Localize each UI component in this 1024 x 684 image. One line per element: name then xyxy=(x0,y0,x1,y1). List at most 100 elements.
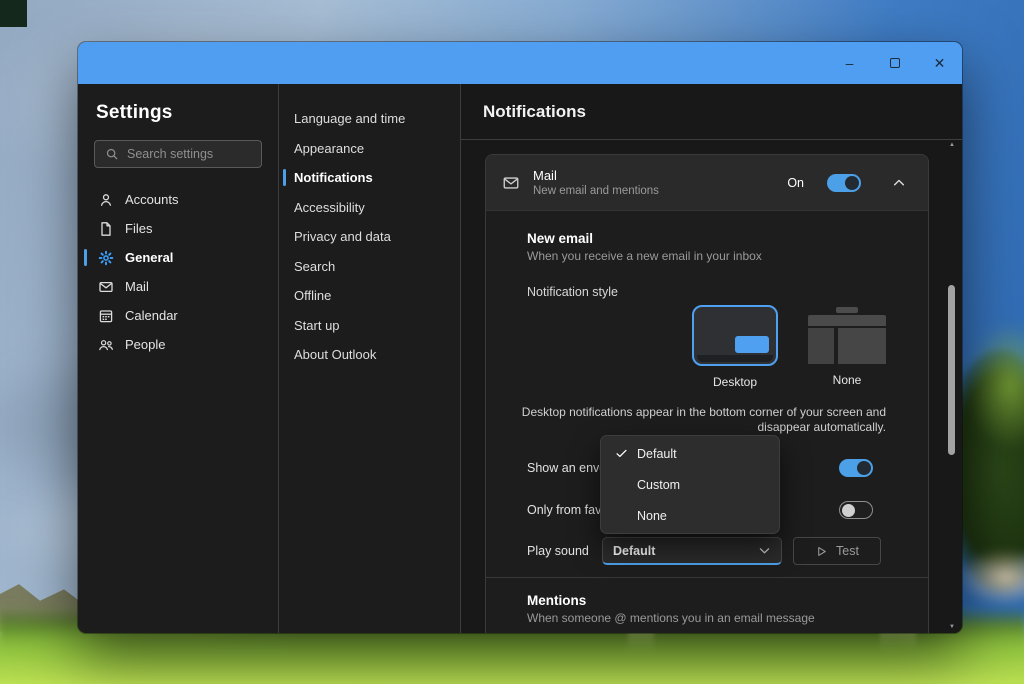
subnav-item-label: Notifications xyxy=(294,170,373,185)
active-indicator xyxy=(283,169,286,186)
settings-search[interactable] xyxy=(94,140,262,168)
none-style-thumbnail xyxy=(808,307,886,364)
mail-card-titles: Mail New email and mentions xyxy=(533,168,774,197)
sidebar-item-files[interactable]: Files xyxy=(94,214,262,243)
thumbnail-header xyxy=(808,315,886,326)
dropdown-item-default[interactable]: Default xyxy=(601,438,779,469)
desktop-style-thumbnail xyxy=(692,305,778,366)
subnav-item-offline[interactable]: Offline xyxy=(279,281,460,311)
style-option-label: None xyxy=(833,373,862,387)
thumbnail-notification-toast xyxy=(735,336,769,353)
subnav-item-about-outlook[interactable]: About Outlook xyxy=(279,340,460,370)
mail-notifications-toggle[interactable] xyxy=(827,174,861,192)
file-icon xyxy=(98,221,114,237)
subnav-item-label: Language and time xyxy=(294,111,405,126)
subnav-item-label: Start up xyxy=(294,318,340,333)
subnav-item-accessibility[interactable]: Accessibility xyxy=(279,193,460,223)
sidebar-item-label: Calendar xyxy=(125,308,178,323)
wallpaper-rock xyxy=(960,550,1024,605)
chevron-up-icon xyxy=(892,176,906,190)
test-button-label: Test xyxy=(836,544,859,558)
sound-select[interactable]: Default xyxy=(602,537,782,565)
mail-notifications-card: Mail New email and mentions On New email… xyxy=(485,154,929,633)
vertical-scrollbar[interactable]: ▲ ▼ xyxy=(947,142,957,630)
thumbnail-right-pane xyxy=(838,328,886,364)
sidebar-item-accounts[interactable]: Accounts xyxy=(94,185,262,214)
mail-icon xyxy=(98,279,114,295)
scrollbar-thumb[interactable] xyxy=(948,285,955,455)
play-sound-label: Play sound xyxy=(527,544,602,558)
people-icon xyxy=(98,337,114,353)
search-input[interactable] xyxy=(127,147,252,161)
wallpaper-corner-patch xyxy=(0,0,27,27)
toggle-knob xyxy=(857,461,871,475)
pane-content: Mail New email and mentions On New email… xyxy=(461,141,962,633)
sound-select-value: Default xyxy=(613,544,655,558)
subnav-item-label: Offline xyxy=(294,288,331,303)
thumbnail-taskbar xyxy=(697,355,773,362)
subnav-item-label: Search xyxy=(294,259,335,274)
sidebar-item-label: Accounts xyxy=(125,192,178,207)
toggle-knob xyxy=(845,176,859,190)
subnav-item-label: Privacy and data xyxy=(294,229,391,244)
close-button[interactable]: ✕ xyxy=(917,42,962,84)
play-icon xyxy=(815,545,828,558)
notifications-pane: Notifications Mail New email and mention… xyxy=(460,84,962,633)
subnav-item-appearance[interactable]: Appearance xyxy=(279,134,460,164)
style-option-label: Desktop xyxy=(713,375,757,389)
sidebar-item-label: General xyxy=(125,250,173,265)
subnav-item-label: Accessibility xyxy=(294,200,365,215)
style-option-none[interactable]: None xyxy=(808,305,886,389)
sound-dropdown-menu: Default Custom None xyxy=(600,435,780,534)
sidebar-item-people[interactable]: People xyxy=(94,330,262,359)
toggle-knob xyxy=(842,504,855,517)
desktop: { "colors": { "titlebar": "#4f9ef2", "ac… xyxy=(0,0,1024,684)
subnav-item-search[interactable]: Search xyxy=(279,252,460,282)
show-envelope-toggle[interactable] xyxy=(839,459,873,477)
dropdown-item-none[interactable]: None xyxy=(601,500,779,531)
general-subnav: Language and time Appearance Notificatio… xyxy=(278,84,460,633)
thumbnail-tab xyxy=(836,307,858,313)
subnav-item-language-and-time[interactable]: Language and time xyxy=(279,104,460,134)
wallpaper-tree-highlight xyxy=(965,320,1024,450)
only-favorites-toggle[interactable] xyxy=(839,501,873,519)
gear-icon xyxy=(98,250,114,266)
mentions-subtitle: When someone @ mentions you in an email … xyxy=(527,611,886,625)
mail-card-title: Mail xyxy=(533,168,774,183)
sidebar-item-general[interactable]: General xyxy=(94,243,262,272)
maximize-button[interactable] xyxy=(872,42,917,84)
window-body: Settings Accounts xyxy=(78,84,962,633)
titlebar[interactable]: – ✕ xyxy=(78,42,962,84)
test-sound-button[interactable]: Test xyxy=(793,537,881,565)
chevron-down-icon xyxy=(758,544,771,557)
thumbnail-left-pane xyxy=(808,328,834,364)
mentions-section: Mentions When someone @ mentions you in … xyxy=(527,578,886,633)
desktop-notifications-description: Desktop notifications appear in the bott… xyxy=(503,405,886,435)
subnav-item-privacy-and-data[interactable]: Privacy and data xyxy=(279,222,460,252)
notification-style-options: Desktop None xyxy=(692,305,886,389)
notification-style-label: Notification style xyxy=(527,285,886,299)
mail-card-subtitle: New email and mentions xyxy=(533,185,774,197)
mail-card-header[interactable]: Mail New email and mentions On xyxy=(486,155,928,211)
sidebar-item-label: Files xyxy=(125,221,152,236)
scroll-down-arrow-icon[interactable]: ▼ xyxy=(947,624,957,630)
dropdown-item-custom[interactable]: Custom xyxy=(601,469,779,500)
sidebar-item-label: People xyxy=(125,337,165,352)
subnav-item-label: Appearance xyxy=(294,141,364,156)
sidebar-item-calendar[interactable]: Calendar xyxy=(94,301,262,330)
minimize-button[interactable]: – xyxy=(827,42,872,84)
collapse-section-button[interactable] xyxy=(892,176,906,190)
new-email-heading: New email xyxy=(527,231,886,246)
subnav-item-start-up[interactable]: Start up xyxy=(279,311,460,341)
sidebar-item-label: Mail xyxy=(125,279,149,294)
sidebar-item-mail[interactable]: Mail xyxy=(94,272,262,301)
scroll-up-arrow-icon[interactable]: ▲ xyxy=(947,142,957,148)
check-icon xyxy=(614,447,628,460)
sidebar-nav: Accounts Files General xyxy=(94,185,262,359)
toggle-state-label: On xyxy=(787,176,804,190)
mail-card-body: New email When you receive a new email i… xyxy=(486,211,928,633)
subnav-item-label: About Outlook xyxy=(294,347,376,362)
play-sound-row: Play sound Default Test xyxy=(527,537,886,565)
style-option-desktop[interactable]: Desktop xyxy=(692,305,778,389)
subnav-item-notifications[interactable]: Notifications xyxy=(279,163,460,193)
